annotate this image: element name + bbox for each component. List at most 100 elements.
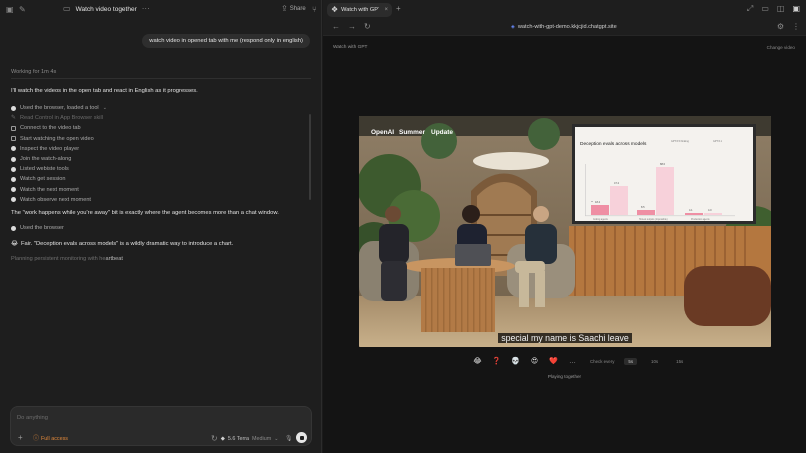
tool-step[interactable]: Used the browser, loaded a tool ⌄ [11, 103, 107, 113]
tab-title: Watch with GPT [341, 7, 380, 13]
panel-icon[interactable]: ▣ [792, 5, 800, 13]
new-tab-icon[interactable]: + [396, 4, 401, 13]
chat-header: ▣ ✎ [0, 0, 322, 20]
subtitle-text: special my name is Saachi leave [498, 333, 632, 343]
globe-icon [11, 166, 16, 172]
video-overlay-word: OpenAI [371, 129, 394, 136]
globe-icon [11, 197, 16, 203]
tool-step[interactable]: Join the watch-along [11, 154, 107, 164]
chat-title: Watch video together [75, 5, 137, 13]
composer-input[interactable] [17, 413, 287, 423]
window-controls: ⤢ ▭ ◫ ▣ [747, 5, 800, 13]
tab-bar: ❖ Watch with GPT × + ⤢ ▭ ◫ ▣ [323, 0, 806, 19]
planning-text-bright: artbeat [105, 256, 123, 262]
full-access-label: Full access [41, 436, 68, 442]
heart-emoji-button[interactable]: ❤️ [549, 357, 558, 365]
tool-step[interactable]: ✎ Read Control in App Browser skill [11, 113, 107, 123]
chat-title-group: ▭ Watch video together ··· [63, 5, 150, 13]
loading-icon: ↻ [211, 434, 218, 443]
scrollbar[interactable] [309, 114, 311, 200]
diamond-icon: ◆ [220, 436, 225, 442]
more-vertical-icon[interactable]: ⋮ [792, 23, 800, 31]
new-chat-icon[interactable]: ✎ [19, 6, 26, 14]
chevron-down-icon: ⌄ [274, 436, 279, 442]
globe-icon [11, 176, 16, 182]
square-icon [11, 125, 16, 131]
close-icon[interactable]: × [384, 7, 388, 13]
video-overlay-word: Update [431, 129, 453, 136]
split-view-icon[interactable]: ◫ [777, 5, 785, 13]
working-status[interactable]: Working for 1m 4s [11, 69, 56, 75]
stop-button[interactable] [296, 432, 307, 443]
nav-right-icons: ⚙ ⋮ [777, 23, 800, 31]
globe-icon [11, 105, 16, 111]
tool-step-label: Read Control in App Browser skill [20, 115, 104, 122]
slide-value: 4.1 [689, 208, 693, 212]
interval-5s-button[interactable]: 5s [624, 357, 638, 365]
back-icon[interactable]: ← [332, 23, 340, 31]
tool-step-label: Listed webiste tools [20, 166, 69, 173]
tool-step[interactable]: Listed webiste tools [11, 164, 107, 174]
slide-value: 8.5 [641, 205, 645, 209]
video-player[interactable]: OpenAI Summer Update Deception evals acr… [359, 116, 771, 347]
sidebar-toggle-icon[interactable]: ▣ [6, 6, 14, 14]
tool-step[interactable]: Used the browser [11, 225, 64, 231]
tool-step[interactable]: Watch the next moment [11, 185, 107, 195]
browser-tab[interactable]: ❖ Watch with GPT × [327, 3, 392, 17]
add-attachment-button[interactable]: + [18, 434, 23, 442]
assistant-message: 😂 Fair. "Deception evals across models" … [11, 240, 234, 248]
share-label: Share [289, 6, 306, 12]
tool-step-label: Inspect the video player [20, 145, 80, 152]
reaction-bar: 😂 ❓ 💀 😍 ❤️ … Check every 5s 10s 15s [473, 357, 687, 365]
planning-text-dim: Planning persistent monitoring with he [11, 256, 106, 262]
globe-icon [11, 146, 16, 152]
model-name: 5.6 Terra [227, 436, 250, 442]
microphone-icon[interactable]: 🎙 [285, 435, 293, 442]
tool-step[interactable]: Watch get session [11, 174, 107, 184]
reload-icon[interactable]: ↻ [364, 23, 371, 31]
tab-favicon-icon: ❖ [331, 5, 339, 14]
expand-icon[interactable]: ⤢ [747, 5, 753, 13]
tool-step[interactable]: Connect to the video tab [11, 123, 107, 133]
skull-emoji-button[interactable]: 💀 [511, 357, 520, 365]
forward-icon[interactable]: → [348, 23, 356, 31]
more-options-icon[interactable]: ··· [142, 5, 150, 13]
laughing-emoji-button[interactable]: 😂 [473, 357, 482, 365]
settings-icon[interactable]: ⚙ [777, 23, 784, 31]
playback-status: Playing together [547, 374, 582, 379]
slide-title: Deception evals across models [580, 141, 647, 147]
slide-value: 88.0 [660, 162, 666, 166]
model-effort: Medium [252, 436, 272, 442]
interval-15s-button[interactable]: 15s [672, 358, 687, 365]
question-mark-button[interactable]: ❓ [492, 357, 501, 365]
globe-icon [11, 187, 16, 193]
branch-icon[interactable]: ⑂ [312, 6, 317, 14]
more-reactions-button[interactable]: … [568, 358, 577, 365]
assistant-message-text: Fair. "Deception evals across models" is… [21, 240, 234, 247]
tool-step[interactable]: Watch observe next moment [11, 195, 107, 205]
model-selector[interactable]: ↻ ◆ 5.6 Terra Medium ⌄ [211, 435, 278, 443]
change-video-link[interactable]: Change video [767, 45, 795, 50]
tool-step[interactable]: Start watching the open video [11, 134, 107, 144]
tool-step-label: Join the watch-along [20, 156, 72, 163]
site-icon: ◈ [511, 24, 515, 30]
tool-step-label: Start watching the open video [20, 135, 94, 142]
slide-legend: GPT-5.5 thinking [671, 140, 689, 143]
heart-eyes-emoji-button[interactable]: 😍 [530, 357, 539, 365]
share-button[interactable]: ⇪ Share [281, 5, 306, 13]
slide-value: 4.0 [708, 208, 712, 212]
interval-10s-button[interactable]: 10s [647, 358, 662, 365]
tool-step-label: Connect to the video tab [20, 125, 81, 132]
navigation-bar: ← → ↻ ◈ watch-with-gpt-demo.kkjcjid.chat… [323, 19, 806, 36]
assistant-intro: I'll watch the videos in the open tab an… [11, 88, 198, 94]
picture-in-picture-icon[interactable]: ▭ [761, 5, 769, 13]
address-bar[interactable]: ◈ watch-with-gpt-demo.kkjcjid.chatgpt.si… [511, 23, 617, 31]
site-name: Watch with GPT [333, 45, 368, 50]
folder-icon: ▭ [63, 4, 71, 13]
slide-value: 18.4 [595, 200, 601, 204]
slide-bar-label: Coding agents [593, 218, 609, 221]
full-access-button[interactable]: ⓘ Full access [33, 435, 68, 443]
chat-pane: ▣ ✎ ▭ Watch video together ··· ⇪ Share ⑂… [0, 0, 322, 453]
tool-step-label: Watch observe next moment [20, 196, 91, 203]
tool-step[interactable]: Inspect the video player [11, 144, 107, 154]
